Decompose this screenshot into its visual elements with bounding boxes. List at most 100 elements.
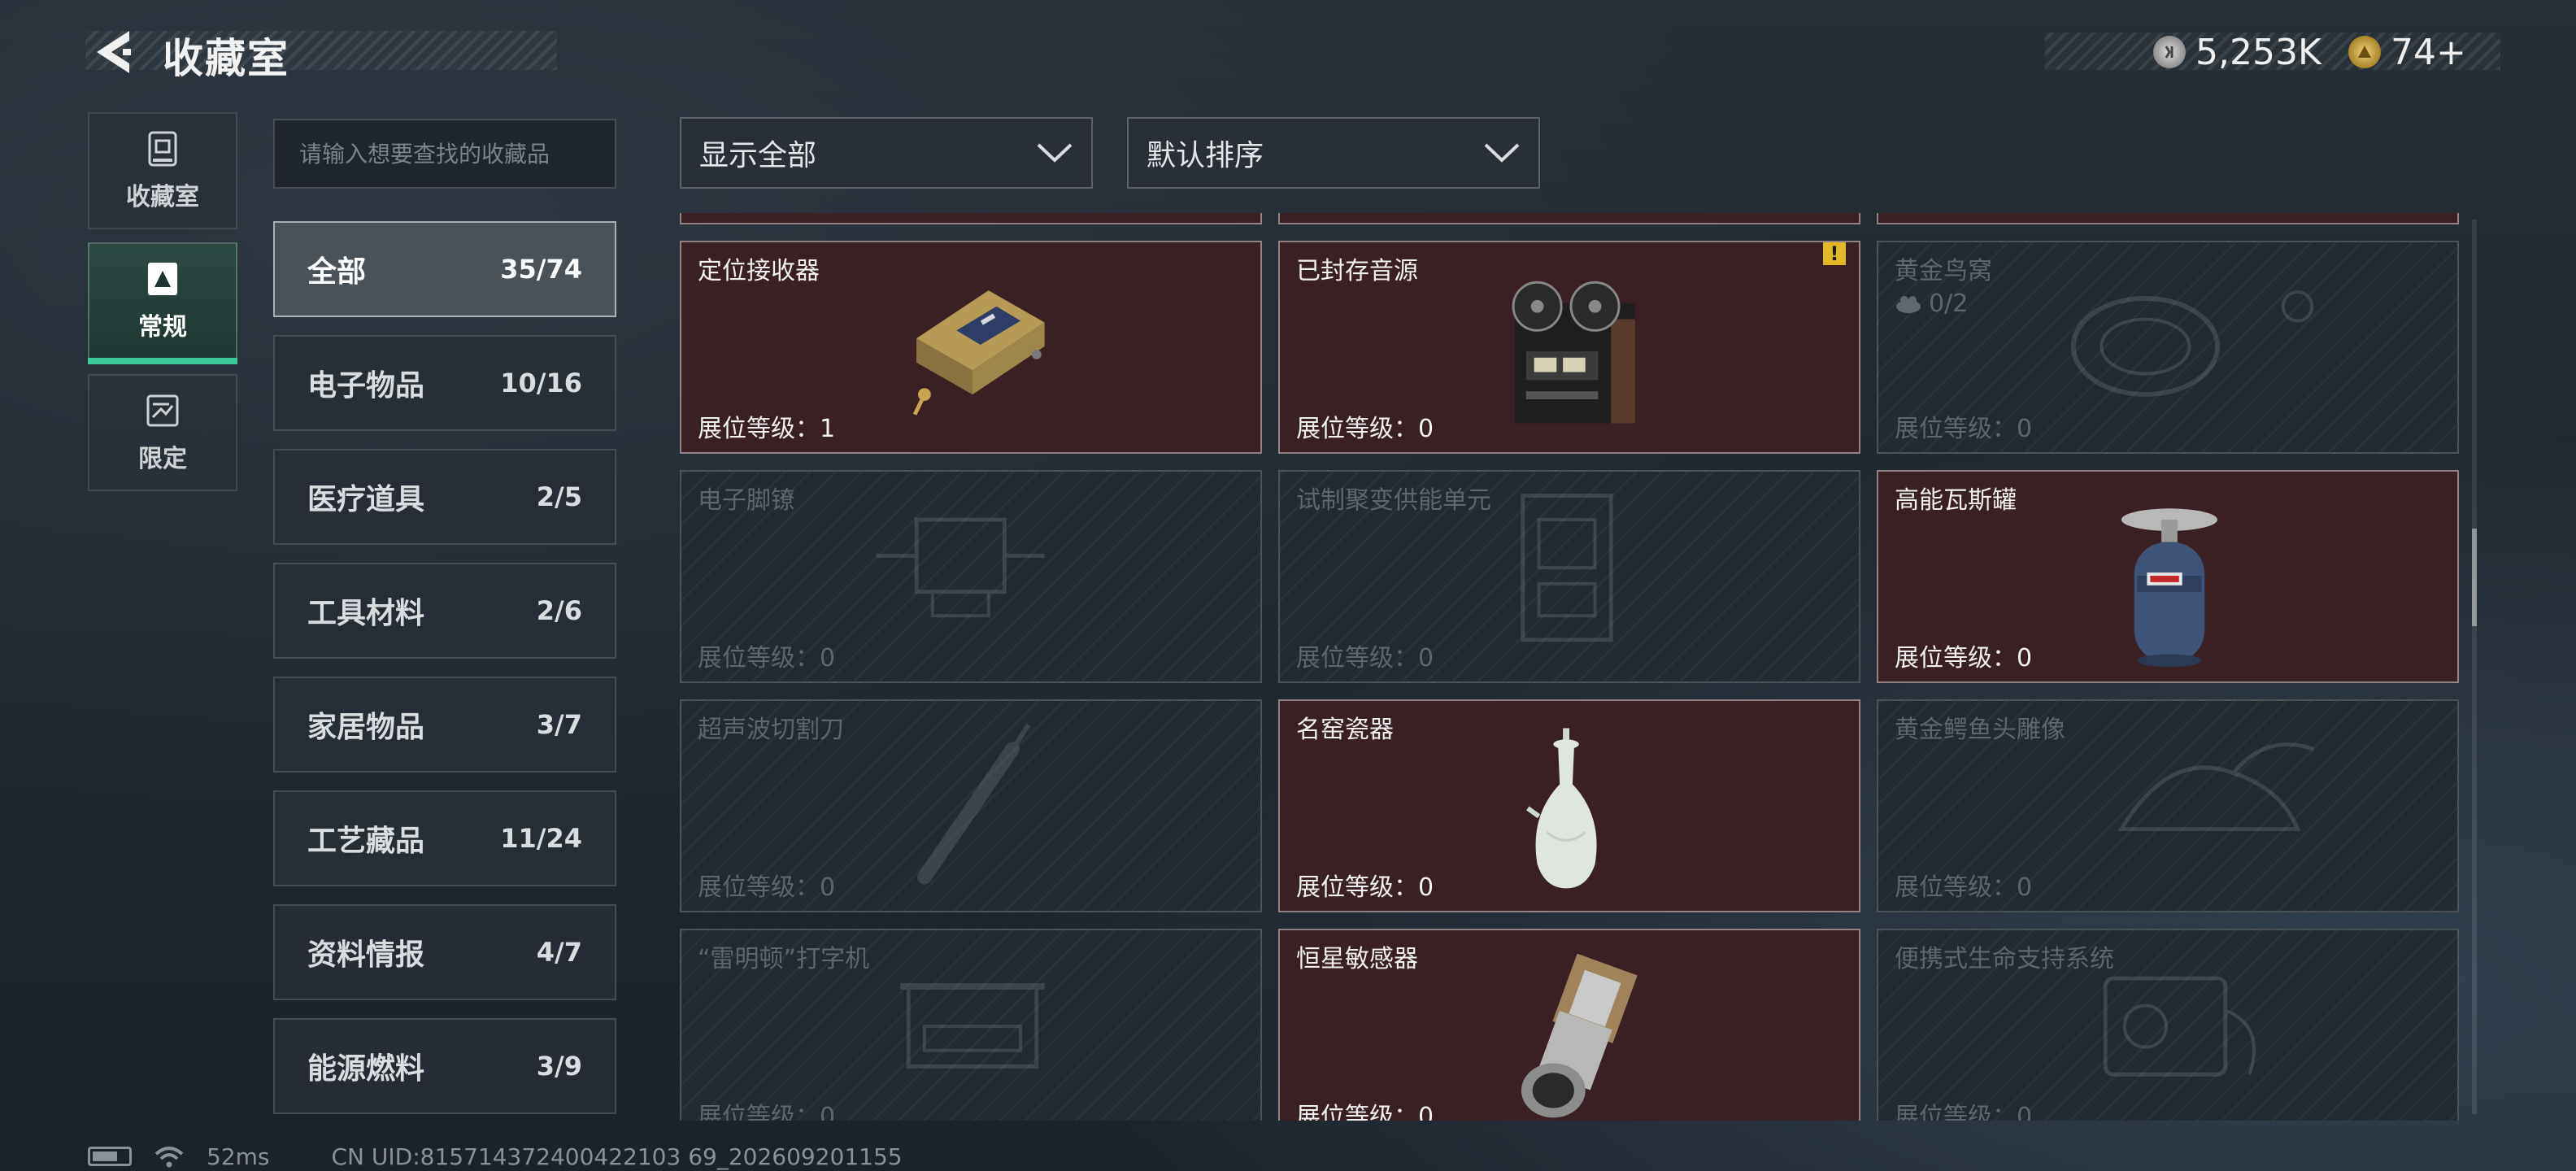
collection-card-typewriter[interactable]: “雷明顿”打字机 展位等级：0	[680, 929, 1262, 1121]
collection-card[interactable]	[680, 213, 1262, 224]
category-count: 2/5	[536, 481, 582, 512]
item-name: 定位接收器	[698, 257, 820, 285]
category-count: 11/24	[500, 823, 582, 854]
back-button[interactable]	[88, 24, 138, 80]
category-medical[interactable]: 医疗道具 2/5	[273, 449, 616, 545]
gold-coin-icon	[2348, 36, 2381, 68]
collection-card-star-sensor[interactable]: 恒星敏感器 展位等级：0	[1278, 929, 1860, 1121]
item-name: 电子脚镣	[698, 486, 795, 515]
side-tab-label: 限定	[138, 445, 187, 473]
battery-icon	[88, 1147, 132, 1166]
title-bar-background	[85, 31, 557, 70]
collection-card-golden-nest[interactable]: 黄金鸟窝 0/2 展位等级：0	[1877, 241, 2459, 454]
back-arrow-icon	[97, 31, 131, 73]
display-filter-dropdown[interactable]: 显示全部	[680, 117, 1093, 189]
collection-card[interactable]	[1278, 213, 1860, 224]
chevron-down-icon	[1484, 143, 1520, 163]
status-bar: 52ms CN UID:815714372400422103 69_202609…	[88, 1140, 903, 1171]
item-level: 展位等级：0	[698, 873, 836, 902]
item-name: 恒星敏感器	[1296, 945, 1418, 973]
collection-card-locator-receiver[interactable]: 定位接收器 展位等级：1	[680, 241, 1262, 454]
scrollbar-thumb[interactable]	[2472, 529, 2477, 626]
grid-scrollbar[interactable]	[2472, 220, 2477, 1114]
chevron-down-icon	[1037, 143, 1073, 163]
display-filter-value: 显示全部	[699, 139, 817, 172]
gold-currency-value: 74+	[2391, 31, 2466, 73]
item-name: 黄金鳄鱼头雕像	[1895, 716, 2065, 744]
item-name: 超声波切割刀	[698, 716, 844, 744]
silver-currency-value: 5,253K	[2195, 31, 2321, 73]
collection-card-gas-canister[interactable]: 高能瓦斯罐 展位等级：0	[1877, 470, 2459, 683]
warning-badge: !	[1823, 242, 1846, 265]
category-household[interactable]: 家居物品 3/7	[273, 677, 616, 773]
item-level: 展位等级：1	[698, 415, 836, 443]
category-name: 工艺藏品	[307, 825, 425, 858]
collection-card-porcelain[interactable]: 名窑瓷器 展位等级：0	[1278, 699, 1860, 912]
collection-card[interactable]	[1877, 213, 2459, 224]
item-level: 展位等级：0	[1296, 873, 1434, 902]
page-title: 收藏室	[163, 35, 289, 82]
category-count: 2/6	[536, 595, 582, 626]
item-progress: 0/2	[1895, 289, 1968, 318]
silver-currency: 5,253K	[2153, 29, 2321, 75]
collection-grid: 定位接收器 展位等级：1 已封存音源 ! 展位等级：0 黄金鸟窝 0/2 展位等…	[680, 213, 2461, 1121]
wifi-icon	[154, 1147, 184, 1168]
collection-card-ultrasonic-cutter[interactable]: 超声波切割刀 展位等级：0	[680, 699, 1262, 912]
search-input[interactable]	[299, 120, 590, 187]
collection-card-golden-crocodile[interactable]: 黄金鳄鱼头雕像 展位等级：0	[1877, 699, 2459, 912]
category-count: 3/9	[536, 1051, 582, 1082]
category-count: 10/16	[500, 368, 582, 398]
category-count: 35/74	[500, 254, 582, 285]
ping-value: 52ms	[207, 1143, 270, 1170]
category-name: 家居物品	[307, 711, 425, 744]
category-all[interactable]: 全部 35/74	[273, 221, 616, 317]
item-level: 展位等级：0	[1895, 415, 2033, 443]
collection-card-electronic-anklet[interactable]: 电子脚镣 展位等级：0	[680, 470, 1262, 683]
collection-card-fusion-unit[interactable]: 试制聚变供能单元 展位等级：0	[1278, 470, 1860, 683]
category-intel[interactable]: 资料情报 4/7	[273, 904, 616, 1000]
limited-items-icon	[146, 394, 179, 427]
item-level: 展位等级：0	[1296, 1103, 1434, 1121]
category-name: 资料情报	[307, 938, 425, 972]
item-level: 展位等级：0	[698, 1103, 836, 1121]
regular-items-icon	[148, 263, 177, 295]
category-name: 医疗道具	[307, 483, 425, 516]
item-level: 展位等级：0	[1296, 415, 1434, 443]
search-box[interactable]	[273, 119, 616, 189]
item-name: 名窑瓷器	[1296, 716, 1394, 744]
side-tab-label: 常规	[138, 313, 187, 342]
collection-card-life-support[interactable]: 便携式生命支持系统 展位等级：0	[1877, 929, 2459, 1121]
silver-coin-icon	[2153, 36, 2186, 68]
header: 收藏室 5,253K 74+	[0, 0, 2576, 106]
category-name: 工具材料	[307, 597, 425, 630]
category-name: 电子物品	[307, 369, 425, 403]
user-uid: CN UID:815714372400422103 69_20260920115…	[331, 1143, 903, 1170]
sort-dropdown[interactable]: 默认排序	[1127, 117, 1540, 189]
category-count: 4/7	[536, 937, 582, 968]
gold-currency[interactable]: 74+	[2348, 29, 2466, 75]
item-level: 展位等级：0	[1296, 644, 1434, 673]
category-name: 全部	[307, 255, 367, 289]
item-level: 展位等级：0	[1895, 1103, 2033, 1121]
item-name: 已封存音源	[1296, 257, 1418, 285]
category-tools[interactable]: 工具材料 2/6	[273, 563, 616, 659]
item-level: 展位等级：0	[698, 644, 836, 673]
item-name: 试制聚变供能单元	[1296, 486, 1491, 515]
category-electronics[interactable]: 电子物品 10/16	[273, 335, 616, 431]
collection-room-icon	[148, 131, 177, 167]
collection-card-sealed-audio[interactable]: 已封存音源 ! 展位等级：0	[1278, 241, 1860, 454]
category-energy[interactable]: 能源燃料 3/9	[273, 1018, 616, 1114]
side-tab-limited[interactable]: 限定	[88, 374, 237, 491]
nest-icon	[1896, 295, 1921, 313]
sort-value: 默认排序	[1147, 139, 1264, 172]
item-progress-value: 0/2	[1929, 289, 1969, 318]
item-name: 黄金鸟窝	[1895, 257, 1992, 285]
item-name: 高能瓦斯罐	[1895, 486, 2017, 515]
category-count: 3/7	[536, 709, 582, 740]
item-name: 便携式生命支持系统	[1895, 945, 2114, 973]
side-tab-collection-room[interactable]: 收藏室	[88, 112, 237, 229]
side-tab-regular[interactable]: 常规	[88, 242, 237, 364]
category-crafts[interactable]: 工艺藏品 11/24	[273, 790, 616, 886]
item-name: “雷明顿”打字机	[698, 945, 870, 973]
side-tab-label: 收藏室	[126, 183, 199, 211]
